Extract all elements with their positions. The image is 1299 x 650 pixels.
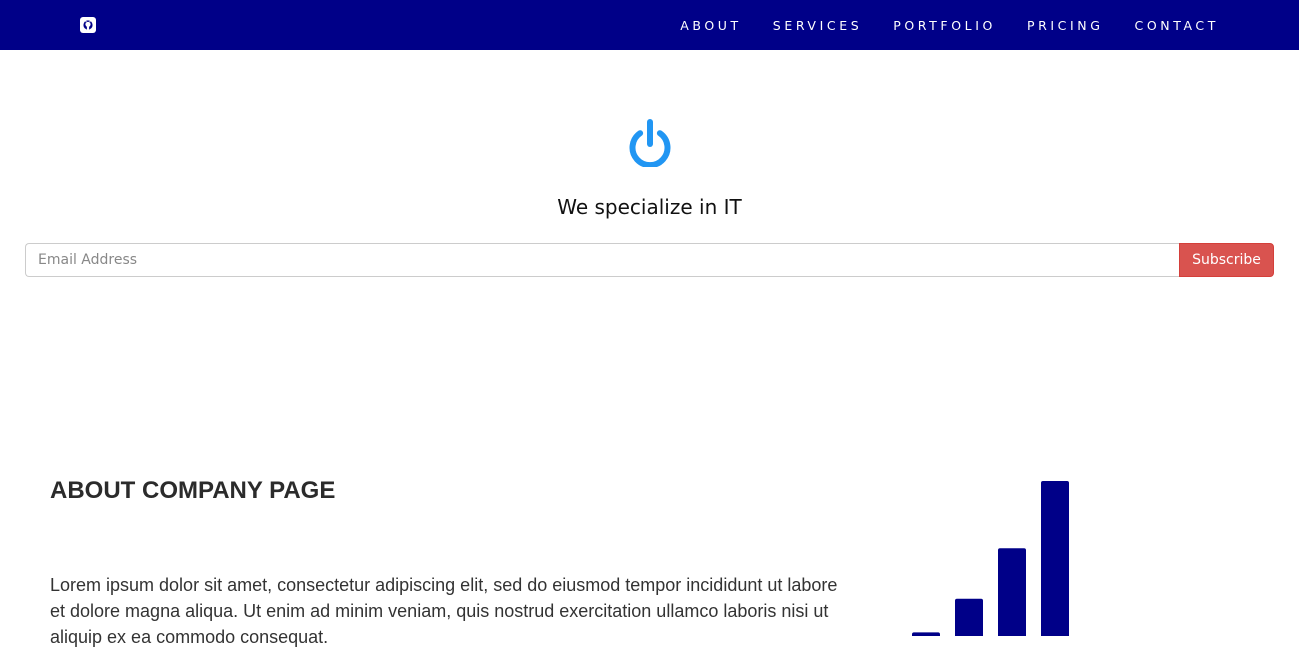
hero-tagline: We specialize in IT xyxy=(557,195,742,219)
top-navbar: ABOUT SERVICES PORTFOLIO PRICING CONTACT xyxy=(0,0,1299,50)
growth-bar-chart xyxy=(912,481,1069,636)
chart-bar-2 xyxy=(912,632,940,636)
about-title: ABOUT COMPANY PAGE xyxy=(50,477,336,504)
about-text: Lorem ipsum dolor sit amet, consectetur … xyxy=(50,575,838,647)
subscribe-form: Subscribe xyxy=(25,243,1274,277)
chart-bar-5 xyxy=(1041,481,1069,636)
nav-about[interactable]: ABOUT xyxy=(680,18,742,33)
main-nav: ABOUT SERVICES PORTFOLIO PRICING CONTACT xyxy=(680,0,1219,50)
nav-contact[interactable]: CONTACT xyxy=(1135,18,1219,33)
power-icon xyxy=(629,119,671,167)
nav-pricing[interactable]: PRICING xyxy=(1027,18,1104,33)
chart-bar-4 xyxy=(998,548,1026,636)
email-input[interactable] xyxy=(25,243,1179,277)
subscribe-button[interactable]: Subscribe xyxy=(1179,243,1274,277)
nav-services[interactable]: SERVICES xyxy=(773,18,862,33)
github-icon[interactable] xyxy=(80,17,96,33)
nav-portfolio[interactable]: PORTFOLIO xyxy=(893,18,996,33)
chart-bar-3 xyxy=(955,598,983,636)
